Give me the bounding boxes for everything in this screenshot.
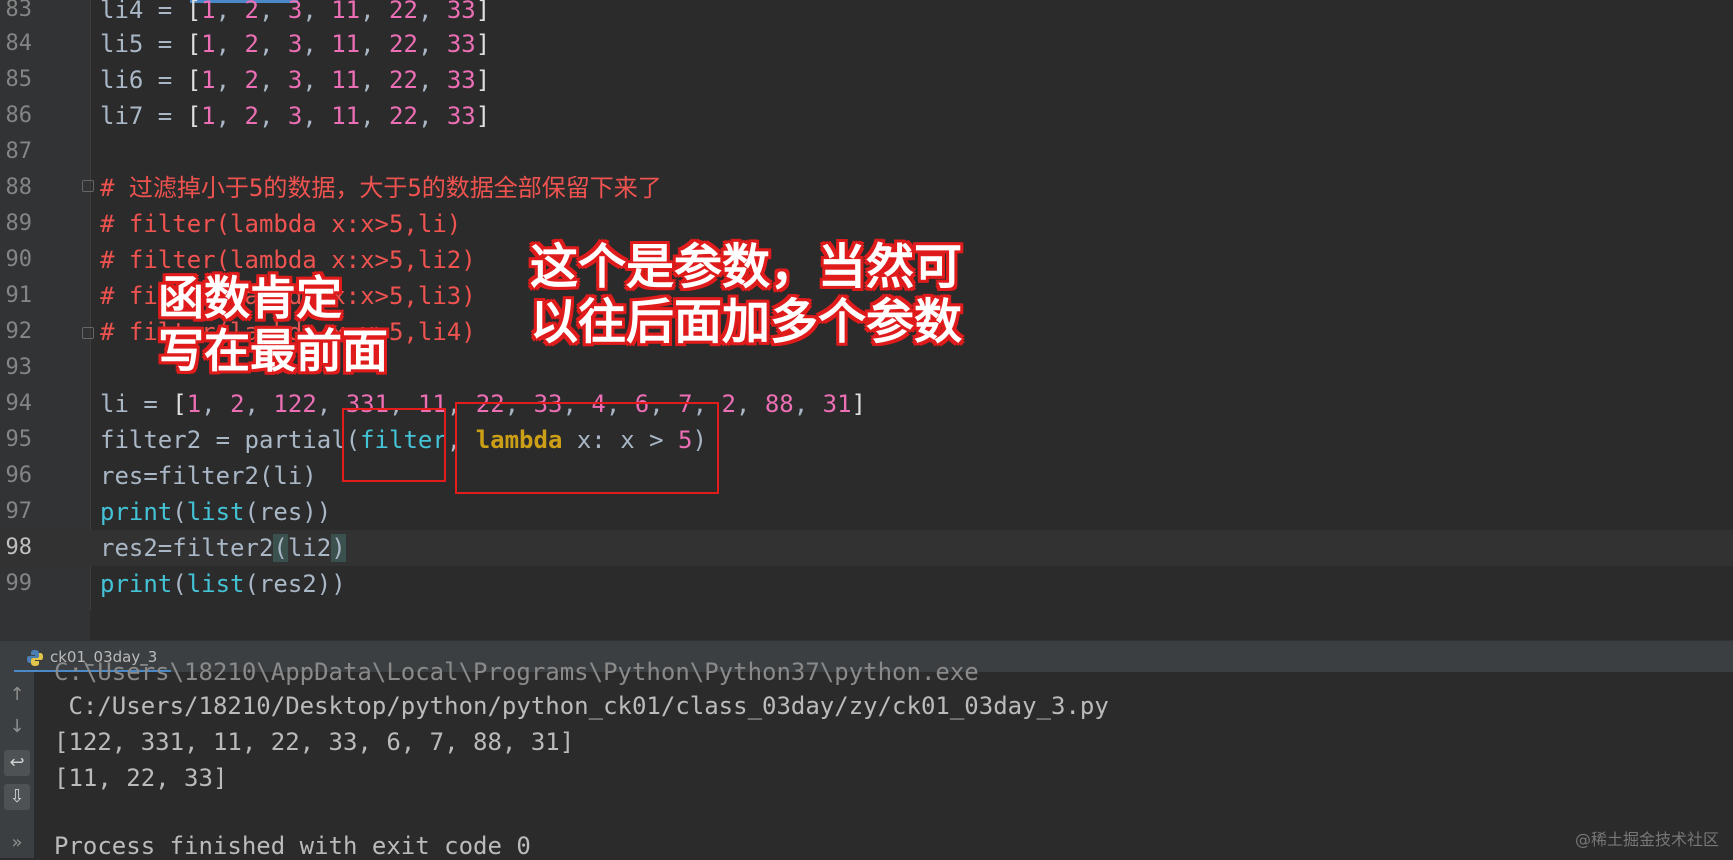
code-line[interactable]: 85 li6 = [1, 2, 3, 11, 22, 33] xyxy=(0,62,1733,98)
line-number: 96 xyxy=(5,463,33,488)
code-text: li7 = [1, 2, 3, 11, 22, 33] xyxy=(100,102,491,130)
code-line[interactable]: 99 print(list(res2)) xyxy=(0,566,1733,602)
code-line[interactable]: 89 # filter(lambda x:x>5,li) xyxy=(0,206,1733,242)
code-line[interactable]: 87 xyxy=(0,134,1733,170)
line-number: 94 xyxy=(5,391,33,416)
console-toolbar: ↑ ↓ ↩ ⇩ » xyxy=(0,672,34,858)
console-line: Process finished with exit code 0 xyxy=(54,832,531,860)
code-text: print(list(res2)) xyxy=(100,570,346,598)
console-line: C:/Users/18210/Desktop/python/python_ck0… xyxy=(54,692,1109,720)
highlight-box-argument xyxy=(455,402,719,494)
line-number: 89 xyxy=(5,211,33,236)
code-line[interactable]: 86 li7 = [1, 2, 3, 11, 22, 33] xyxy=(0,98,1733,134)
line-number: 86 xyxy=(5,103,33,128)
code-text: res=filter2(li) xyxy=(100,462,317,490)
comment-text: # 过滤掉小于5的数据，大于5的数据全部保留下来了 xyxy=(100,174,662,202)
code-line[interactable]: 96 res=filter2(li) xyxy=(0,458,1733,494)
line-number: 91 xyxy=(5,283,33,308)
code-line-current[interactable]: 98 res2=filter2(li2) xyxy=(0,530,1733,566)
arrow-down-icon[interactable]: ↓ xyxy=(4,714,30,740)
line-number: 85 xyxy=(5,67,33,92)
comment-text: # filter(lambda x:x>5,li) xyxy=(100,210,462,238)
console-line: [122, 331, 11, 22, 33, 6, 7, 88, 31] xyxy=(54,728,575,756)
run-console[interactable]: ↑ ↓ ↩ ⇩ » C:\Users\18210\AppData\Local\P… xyxy=(0,658,1733,860)
code-text: print(list(res)) xyxy=(100,498,332,526)
watermark: @稀土掘金技术社区 xyxy=(1574,830,1719,849)
code-line[interactable]: 88 # 过滤掉小于5的数据，大于5的数据全部保留下来了 xyxy=(0,170,1733,206)
line-number: 88 xyxy=(5,175,33,200)
line-number: 84 xyxy=(5,31,33,56)
arrow-up-icon[interactable]: ↑ xyxy=(4,682,30,708)
scroll-to-end-icon[interactable]: ⇩ xyxy=(4,784,30,810)
line-number: 90 xyxy=(5,247,33,272)
more-icon[interactable]: » xyxy=(4,830,30,856)
code-line[interactable]: 84 li5 = [1, 2, 3, 11, 22, 33] xyxy=(0,26,1733,62)
code-text: li6 = [1, 2, 3, 11, 22, 33] xyxy=(100,66,491,94)
line-number: 87 xyxy=(5,139,33,164)
code-editor[interactable]: 83 li4 = [1, 2, 3, 11, 22, 33] 84 li5 = … xyxy=(0,0,1733,640)
line-number: 92 xyxy=(5,319,33,344)
code-line[interactable]: 95 filter2 = partial(filter, lambda x: x… xyxy=(0,422,1733,458)
code-line[interactable]: 83 li4 = [1, 2, 3, 11, 22, 33] xyxy=(0,0,1733,28)
line-number: 95 xyxy=(5,427,33,452)
soft-wrap-icon[interactable]: ↩ xyxy=(4,750,30,776)
code-text: li5 = [1, 2, 3, 11, 22, 33] xyxy=(100,30,491,58)
annotation-function-first: 函数肯定 写在最前面 xyxy=(158,271,388,378)
line-number: 99 xyxy=(5,571,33,596)
line-number: 93 xyxy=(5,355,33,380)
code-text: res2=filter2(li2) xyxy=(100,534,346,562)
console-line: [11, 22, 33] xyxy=(54,764,228,792)
code-line[interactable]: 94 li = [1, 2, 122, 331, 11, 22, 33, 4, … xyxy=(0,386,1733,422)
annotation-arguments: 这个是参数，当然可 以往后面加多个参数 xyxy=(530,239,963,351)
line-number: 97 xyxy=(5,499,33,524)
console-line: C:\Users\18210\AppData\Local\Programs\Py… xyxy=(54,658,979,686)
line-number: 98 xyxy=(5,535,33,560)
line-number: 83 xyxy=(5,0,33,22)
python-icon xyxy=(27,649,43,666)
code-line[interactable]: 97 print(list(res)) xyxy=(0,494,1733,530)
highlight-box-function xyxy=(342,408,446,482)
code-text: li4 = [1, 2, 3, 11, 22, 33] xyxy=(100,0,491,24)
